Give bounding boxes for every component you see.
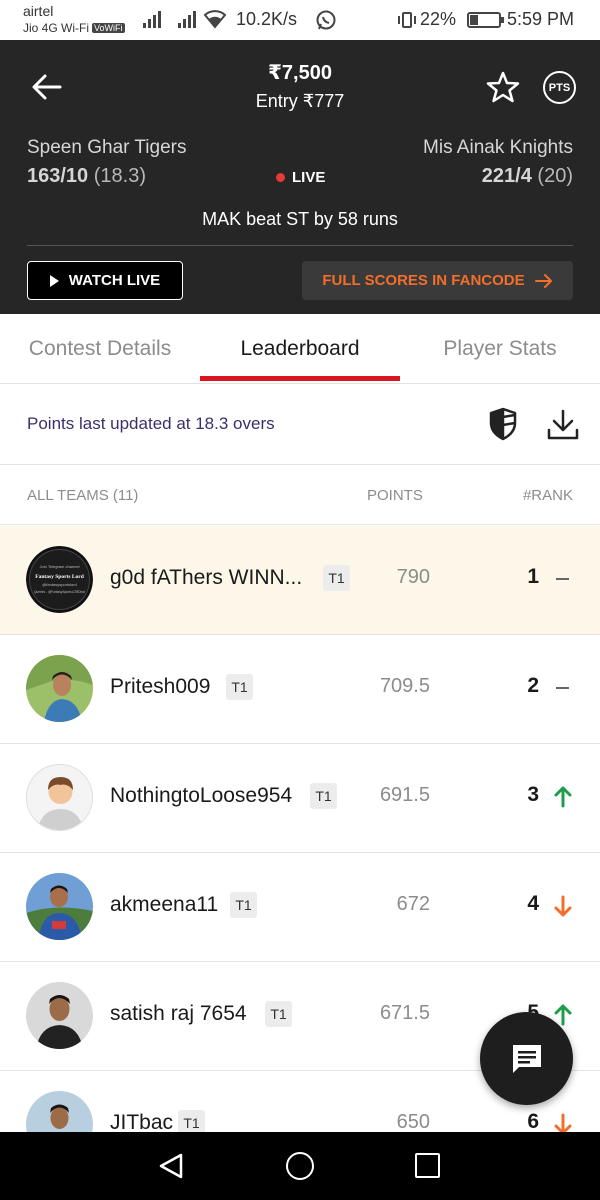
logo-line-1: Join Telegram channel — [40, 564, 80, 569]
team-right-name: Mis Ainak Knights — [423, 137, 573, 158]
carrier-label: airtel — [23, 3, 54, 19]
team-points: 650 — [396, 1111, 430, 1133]
nav-recents-icon[interactable] — [415, 1153, 440, 1178]
match-result: MAK beat ST by 58 runs — [202, 209, 398, 229]
rank-up-arrow-icon — [554, 786, 572, 808]
avatar: Join Telegram channel Fantasy Sports Lor… — [26, 546, 93, 613]
team-rank: 3 — [527, 783, 539, 806]
team-right-overs: (20) — [537, 165, 573, 187]
play-icon — [49, 274, 59, 287]
points-updated-text: Points last updated at 18.3 overs — [27, 414, 275, 433]
team-points: 672 — [396, 893, 430, 915]
status-bar: airtel Jio 4G Wi-Fi VoWiFi 10.2K/s 22% 5… — [0, 0, 600, 40]
points-column-label: POINTS — [367, 487, 423, 504]
vibrate-icon — [398, 12, 416, 28]
live-dot-icon — [276, 173, 285, 182]
team-name: g0d fAThers WINN... — [110, 566, 303, 589]
team-rank: 2 — [527, 674, 539, 697]
chat-icon — [512, 1044, 541, 1073]
vowifi-badge: VoWiFi — [92, 23, 125, 33]
team-name: satish raj 7654 — [110, 1002, 247, 1025]
leaderboard-row[interactable]: Pritesh009 T1 709.5 2 — [0, 635, 600, 744]
all-teams-label: ALL TEAMS (11) — [27, 487, 139, 504]
shield-icon[interactable] — [488, 407, 518, 441]
carrier2-text: Jio 4G Wi-Fi — [23, 21, 89, 35]
battery-icon — [467, 12, 504, 28]
carrier2-label: Jio 4G Wi-Fi VoWiFi — [23, 21, 125, 35]
watch-live-label: WATCH LIVE — [68, 272, 161, 289]
team-right-runs: 221/4 — [481, 165, 532, 187]
team-tag: T1 — [226, 674, 253, 700]
clock: 5:59 PM — [507, 9, 575, 29]
team-tag: T1 — [265, 1001, 292, 1027]
nav-home-icon[interactable] — [286, 1152, 314, 1180]
full-scores-button[interactable]: FULL SCORES IN FANCODE — [302, 261, 573, 300]
points-updated-bar: Points last updated at 18.3 overs — [0, 385, 600, 465]
rank-unchanged-icon — [556, 687, 569, 689]
logo-line-4: Queries - @FantasySportsLORDbot — [34, 590, 85, 594]
team-tag: T1 — [230, 892, 257, 918]
team-left-score: 163/10 (18.3) — [27, 165, 146, 188]
rank-down-arrow-icon — [554, 895, 572, 917]
signal-icon — [178, 10, 196, 28]
avatar — [26, 873, 93, 940]
team-rank: 6 — [527, 1110, 539, 1133]
team-right-score: 221/4 (20) — [482, 165, 573, 188]
avatar — [26, 982, 93, 1049]
team-left-name: Speen Ghar Tigers — [27, 137, 187, 158]
team-left-overs: (18.3) — [93, 165, 146, 187]
team-name: akmeena11 — [110, 893, 219, 916]
logo-line-2: Fantasy Sports Lord — [35, 574, 84, 580]
leaderboard-row[interactable]: Join Telegram channel Fantasy Sports Lor… — [0, 526, 600, 635]
arrow-right-icon — [534, 273, 552, 288]
avatar — [26, 764, 93, 831]
header-divider — [27, 245, 573, 246]
team-points: 790 — [396, 566, 430, 588]
whatsapp-icon — [316, 10, 336, 30]
battery-percent: 22% — [420, 9, 457, 29]
rank-unchanged-icon — [556, 578, 569, 580]
network-speed: 10.2K/s — [236, 9, 298, 29]
nav-back-icon[interactable] — [157, 1152, 185, 1180]
watch-live-button[interactable]: WATCH LIVE — [27, 261, 183, 300]
avatar — [26, 655, 93, 722]
download-icon[interactable] — [546, 409, 580, 441]
tab-leaderboard[interactable]: Leaderboard — [200, 314, 400, 384]
live-label: LIVE — [292, 169, 326, 186]
rank-column-label: #RANK — [522, 487, 573, 504]
leaderboard-row[interactable]: NothingtoLoose954 T1 691.5 3 — [0, 744, 600, 853]
leaderboard-header: ALL TEAMS (11) POINTS #RANK — [0, 466, 600, 525]
chat-button[interactable] — [480, 1012, 573, 1105]
team-points: 691.5 — [379, 784, 430, 806]
points-system-button[interactable]: PTS — [543, 71, 576, 104]
team-points: 709.5 — [379, 675, 430, 697]
full-scores-label: FULL SCORES IN FANCODE — [322, 272, 525, 289]
team-rank: 4 — [527, 892, 539, 915]
signal-icon — [143, 10, 161, 28]
system-nav-bar — [0, 1132, 600, 1200]
match-header: ₹7,500 Entry ₹777 PTS Speen Ghar Tigers … — [0, 40, 600, 314]
wifi-icon — [203, 10, 227, 29]
live-indicator: LIVE — [276, 169, 325, 186]
tab-player-stats[interactable]: Player Stats — [400, 314, 600, 384]
team-points: 671.5 — [379, 1002, 430, 1024]
logo-line-3: @fantasysportslord — [42, 582, 77, 587]
team-name: NothingtoLoose954 — [110, 784, 293, 807]
team-tag: T1 — [310, 783, 337, 809]
tab-contest-details[interactable]: Contest Details — [0, 314, 200, 384]
leaderboard-row[interactable]: akmeena11 T1 672 4 — [0, 853, 600, 962]
team-left-runs: 163/10 — [27, 165, 89, 187]
star-icon[interactable] — [486, 70, 520, 104]
tab-bar: Contest Details Leaderboard Player Stats — [0, 314, 600, 384]
team-tag: T1 — [323, 565, 350, 591]
active-tab-indicator — [200, 376, 400, 381]
team-name: Pritesh009 — [110, 675, 211, 698]
team-rank: 1 — [527, 565, 539, 588]
